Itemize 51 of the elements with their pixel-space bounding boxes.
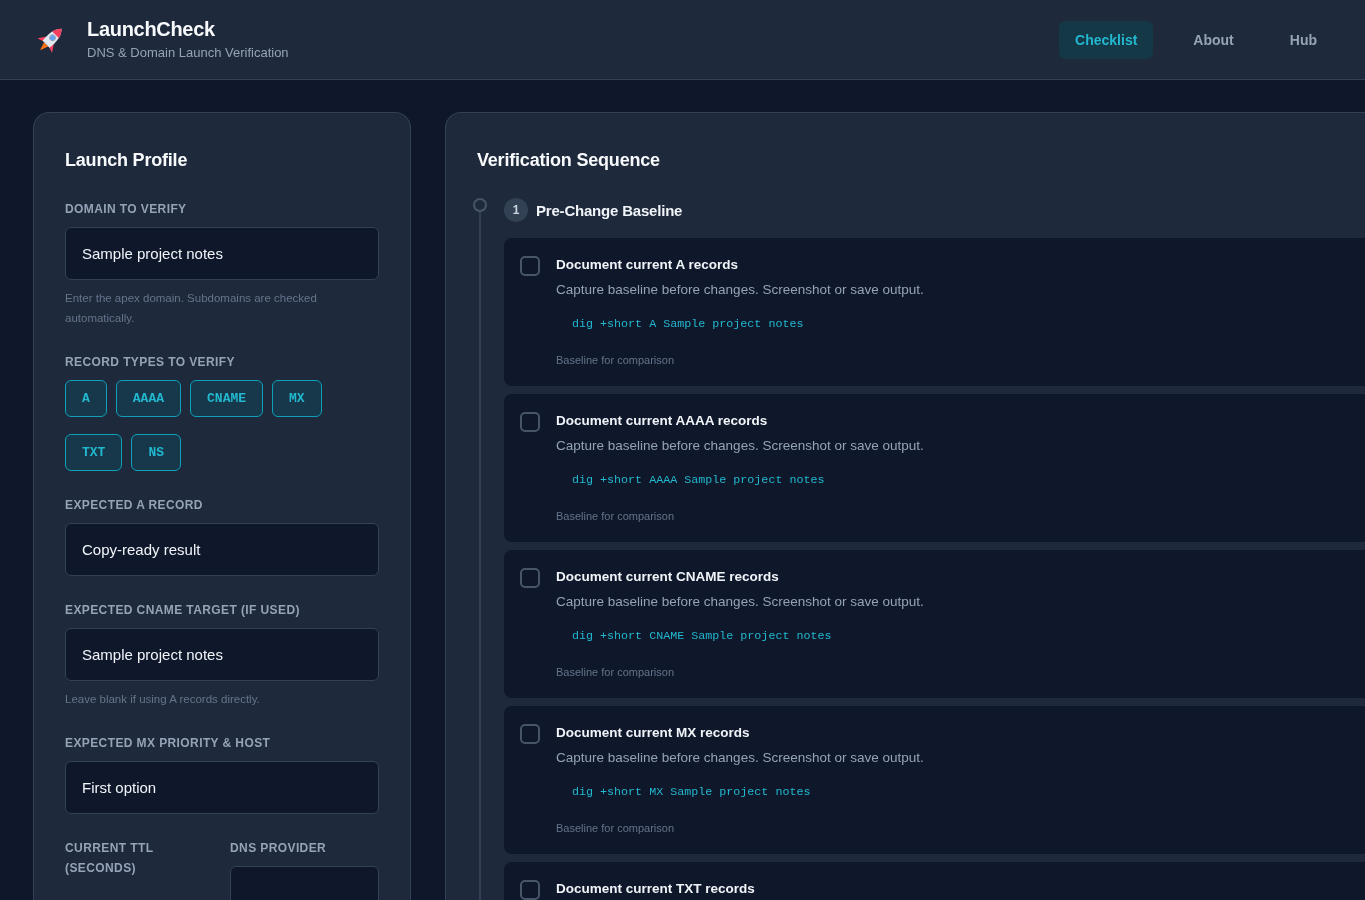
record-type-chip[interactable]: TXT xyxy=(65,434,123,471)
record-type-chip[interactable]: NS xyxy=(131,434,181,471)
field-label: EXPECTED CNAME TARGET (IF USED) xyxy=(65,602,301,619)
checkbox[interactable] xyxy=(520,256,540,276)
task-note: Baseline for comparison xyxy=(556,821,675,836)
field-label: DOMAIN TO VERIFY xyxy=(65,201,188,218)
checkbox[interactable] xyxy=(520,724,540,744)
field-label: RECORD TYPES TO VERIFY xyxy=(65,354,236,371)
checkbox[interactable] xyxy=(520,880,540,900)
task-description: Capture baseline before changes. Screenshot or save output. xyxy=(556,749,925,767)
command-text: dig +short AAAA Sample project notes xyxy=(572,472,825,488)
nav-tab[interactable]: Checklist xyxy=(1059,20,1154,59)
task-title: Document current A records xyxy=(556,256,740,274)
help-text: Leave blank if using A records directly. xyxy=(65,692,261,707)
record-type-chip[interactable]: A xyxy=(65,380,107,417)
task-description: Capture baseline before changes. Screenshot or save output. xyxy=(556,281,925,299)
command-text: dig +short MX Sample project notes xyxy=(572,784,811,800)
app-title: LaunchCheck xyxy=(87,17,216,41)
task-note: Baseline for comparison xyxy=(556,353,675,368)
nav-tab[interactable]: Hub xyxy=(1273,20,1333,59)
checkbox[interactable] xyxy=(520,412,540,432)
panel-title: Verification Sequence xyxy=(477,149,661,172)
app-subtitle: DNS & Domain Launch Verification xyxy=(87,44,289,62)
command-text: dig +short CNAME Sample project notes xyxy=(572,628,832,644)
field-label: DNS PROVIDER xyxy=(230,840,328,857)
record-type-chip[interactable]: MX xyxy=(272,380,322,417)
task-title: Document current TXT records xyxy=(556,880,756,898)
task-description: Capture baseline before changes. Screenshot or save output. xyxy=(556,593,925,611)
field-label: EXPECTED A RECORD xyxy=(65,497,204,514)
text-input[interactable]: Copy-ready result xyxy=(65,523,379,576)
field-label: EXPECTED MX PRIORITY & HOST xyxy=(65,735,272,752)
ring-icon xyxy=(473,198,487,212)
task-note: Baseline for comparison xyxy=(556,509,675,524)
text-input[interactable]: Sample project notes xyxy=(65,628,379,681)
panel-title: Launch Profile xyxy=(65,149,189,172)
step-number: 1 xyxy=(504,198,528,222)
task-note: Baseline for comparison xyxy=(556,665,675,680)
task-description: Capture baseline before changes. Screenshot or save output. xyxy=(556,437,925,455)
field-label: CURRENT TTL (SECONDS) xyxy=(65,840,155,877)
text-input[interactable]: First option xyxy=(65,761,379,814)
help-text: Enter the apex domain. Subdomains are checked automatically. xyxy=(65,291,318,326)
record-type-chip[interactable]: CNAME xyxy=(190,380,264,417)
task-title: Document current CNAME records xyxy=(556,568,780,586)
task-title: Document current AAAA records xyxy=(556,412,769,430)
checkbox[interactable] xyxy=(520,568,540,588)
nav-tab[interactable]: About xyxy=(1177,20,1250,59)
text-input[interactable]: Sample project notes xyxy=(65,227,379,280)
step-title: Pre-Change Baseline xyxy=(536,201,683,219)
command-text: dig +short A Sample project notes xyxy=(572,316,804,332)
record-type-chip[interactable]: AAAA xyxy=(115,380,182,417)
task-title: Document current MX records xyxy=(556,724,751,742)
